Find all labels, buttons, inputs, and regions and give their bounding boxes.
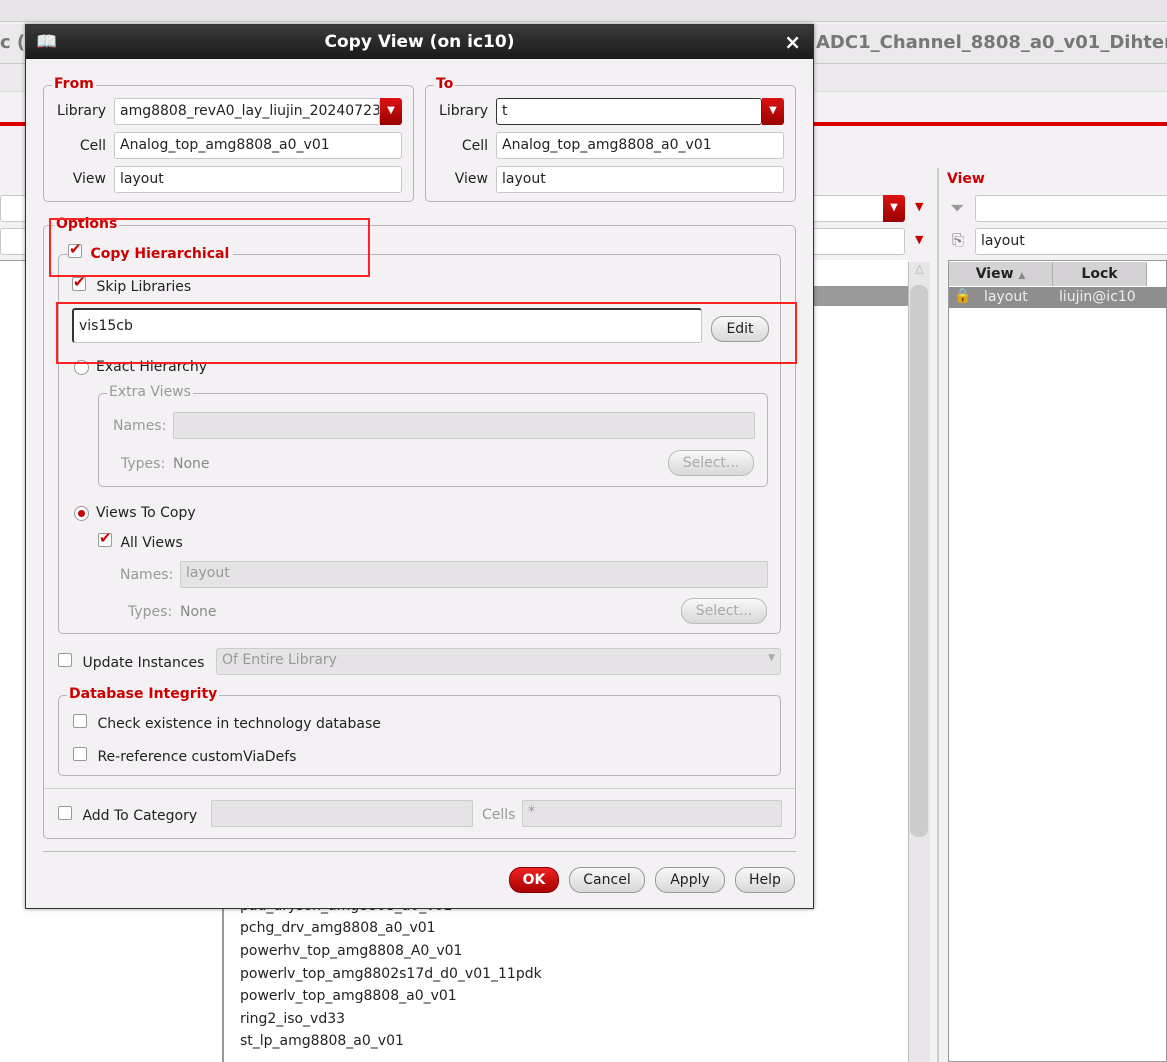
checkbox[interactable] — [73, 747, 87, 761]
from-library-combo[interactable]: amg8808_revA0_lay_liujin_20240723 — [114, 98, 380, 125]
list-item[interactable]: st_lp_amg8808_a0_v01 — [240, 1033, 404, 1049]
cells-label: Cells — [482, 807, 516, 823]
scrollbar-thumb[interactable] — [910, 285, 928, 837]
table-row[interactable]: 🔒 layout liujin@ic10 — [949, 287, 1167, 308]
skip-libraries-label: Skip Libraries — [96, 279, 192, 295]
view-panel-label: View — [947, 171, 985, 187]
check-tech-label: Check existence in technology database — [97, 716, 381, 732]
to-legend: To — [434, 76, 456, 92]
library-label: Library — [439, 103, 488, 119]
names-label: Names: — [113, 418, 167, 434]
checkbox[interactable] — [58, 806, 72, 820]
top-bar — [0, 0, 1167, 22]
from-view-input[interactable]: layout — [114, 166, 402, 193]
select-button[interactable]: Select... — [681, 598, 767, 624]
chevron-down-icon[interactable]: ▼ — [380, 98, 402, 125]
extra-names-input[interactable] — [173, 412, 755, 439]
list-item[interactable]: powerlv_top_amg8802s17d_d0_v01_11pdk — [240, 966, 542, 982]
highlight-box — [56, 302, 797, 364]
help-button[interactable]: Help — [735, 867, 795, 893]
list-item[interactable]: pchg_drv_amg8808_a0_v01 — [240, 920, 436, 936]
checkbox[interactable] — [98, 529, 112, 547]
cancel-button[interactable]: Cancel — [569, 867, 645, 893]
close-icon[interactable]: × — [784, 25, 801, 59]
chevron-down-icon: ▼ — [768, 653, 775, 663]
all-views-checkbox[interactable]: All Views — [98, 529, 183, 551]
dialog-title-bar[interactable]: 📖 Copy View (on ic10) × — [26, 25, 813, 59]
checkbox[interactable] — [72, 273, 86, 291]
cell-label: Cell — [461, 138, 488, 154]
apply-button[interactable]: Apply — [655, 867, 725, 893]
view-label: View — [72, 171, 106, 187]
category-input[interactable] — [211, 800, 473, 827]
view-label: View — [454, 171, 488, 187]
rereference-label: Re-reference customViaDefs — [97, 749, 297, 765]
list-item[interactable]: powerhv_top_amg8808_A0_v01 — [240, 943, 462, 959]
view-name-input[interactable]: layout — [975, 228, 1167, 255]
check-tech-checkbox[interactable]: Check existence in technology database — [73, 714, 381, 732]
update-instances-label: Update Instances — [82, 655, 205, 671]
checkbox[interactable] — [73, 714, 87, 728]
update-scope-combo[interactable]: Of Entire Library ▼ — [216, 648, 781, 675]
view-select-icon: ⎘ — [952, 231, 965, 249]
sort-up-icon: ▲ — [1018, 271, 1026, 281]
update-instances-checkbox[interactable]: Update Instances — [58, 653, 204, 671]
ok-button[interactable]: OK — [509, 867, 559, 893]
row-lock: liujin@ic10 — [1059, 289, 1136, 305]
highlight-box — [49, 218, 370, 277]
views-names-input[interactable]: layout — [180, 561, 768, 588]
extra-views-legend: Extra Views — [107, 384, 193, 400]
list-item[interactable]: powerlv_top_amg8808_a0_v01 — [240, 988, 457, 1004]
to-library-combo[interactable]: t — [496, 98, 762, 125]
add-to-category-label: Add To Category — [82, 808, 198, 824]
names-label: Names: — [120, 567, 174, 583]
checkbox[interactable] — [58, 653, 72, 667]
types-label: Types: — [128, 604, 173, 620]
from-cell-input[interactable]: Analog_top_amg8808_a0_v01 — [114, 132, 402, 159]
views-to-copy-label: Views To Copy — [96, 505, 196, 521]
to-cell-input[interactable]: Analog_top_amg8808_a0_v01 — [496, 132, 784, 159]
view-table[interactable]: View ▲ Lock 🔒 layout liujin@ic10 — [948, 260, 1167, 1062]
chevron-down-icon[interactable]: ▼ — [883, 195, 905, 222]
dropdown-triangle-icon[interactable]: ▼ — [915, 233, 923, 246]
chevron-down-icon[interactable]: ▼ — [762, 98, 784, 125]
select-button[interactable]: Select... — [668, 450, 754, 476]
splitter[interactable] — [937, 168, 939, 1062]
update-scope-value: Of Entire Library — [222, 652, 337, 668]
lock-pencil-icon: 🔒 — [954, 288, 972, 304]
database-integrity-legend: Database Integrity — [67, 686, 220, 702]
add-to-category-checkbox[interactable]: Add To Category — [58, 806, 197, 824]
skip-libraries-checkbox[interactable]: Skip Libraries — [72, 273, 192, 295]
from-group: From Library amg8808_revA0_lay_liujin_20… — [43, 76, 414, 202]
views-to-copy-radio[interactable] — [74, 506, 89, 521]
types-label: Types: — [121, 456, 166, 472]
column-label: View — [975, 266, 1014, 282]
copy-view-dialog: 📖 Copy View (on ic10) × From Library amg… — [25, 24, 814, 909]
all-views-label: All Views — [120, 535, 183, 551]
filter-icon: ⏷ — [950, 198, 965, 219]
to-group: To Library t ▼ Cell Analog_top_amg8808_a… — [425, 76, 796, 202]
app-title-left: c ( — [0, 32, 26, 53]
separator — [44, 788, 795, 789]
view-filter-input[interactable] — [975, 195, 1167, 222]
list-item[interactable]: ring2_iso_vd33 — [240, 1011, 345, 1027]
cells-input[interactable]: * — [522, 800, 782, 827]
library-label: Library — [57, 103, 106, 119]
column-header-lock[interactable]: Lock — [1053, 262, 1147, 286]
app-book-icon: 📖 — [36, 32, 58, 52]
rereference-checkbox[interactable]: Re-reference customViaDefs — [73, 747, 296, 765]
dialog-title: Copy View (on ic10) — [324, 32, 515, 52]
cell-label: Cell — [79, 138, 106, 154]
extra-views-group: Extra Views Names: Types: None Select... — [98, 384, 768, 487]
types-value: None — [180, 604, 217, 620]
app-title-right: ADC1_Channel_8808_a0_v01_Dihter — [816, 32, 1167, 53]
types-value: None — [173, 456, 210, 472]
to-view-input[interactable]: layout — [496, 166, 784, 193]
column-header-view[interactable]: View ▲ — [949, 262, 1053, 286]
database-integrity-group: Database Integrity Check existence in te… — [58, 686, 781, 776]
separator — [43, 851, 796, 852]
row-view: layout — [984, 289, 1028, 305]
from-legend: From — [52, 76, 96, 92]
dropdown-triangle-icon[interactable]: ▼ — [915, 200, 923, 213]
